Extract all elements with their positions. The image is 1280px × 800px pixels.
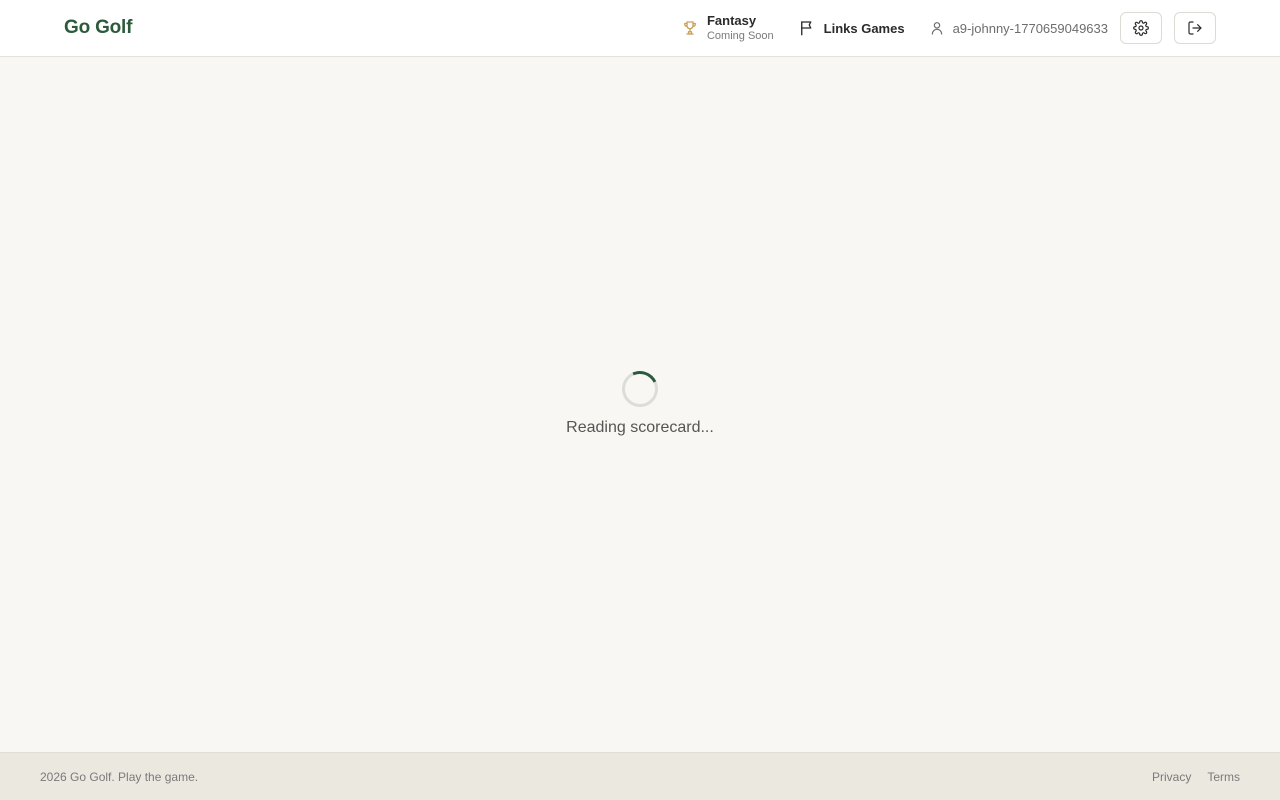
footer-links: Privacy Terms	[1152, 770, 1240, 784]
fantasy-text: Fantasy Coming Soon	[706, 12, 774, 43]
top-nav-bar: Go Golf Fantasy Coming Soon Links Games …	[0, 0, 1280, 57]
fantasy-coming-soon: Coming Soon	[706, 29, 774, 42]
logout-button[interactable]	[1174, 12, 1216, 44]
gear-icon	[1133, 20, 1149, 36]
footer: 2026 Go Golf. Play the game. Privacy Ter…	[0, 752, 1280, 800]
footer-link-terms[interactable]: Terms	[1207, 770, 1240, 784]
main-content: Reading scorecard...	[0, 57, 1280, 752]
footer-link-privacy[interactable]: Privacy	[1152, 770, 1191, 784]
nav-right: Fantasy Coming Soon Links Games a9-johnn…	[681, 0, 1216, 56]
fantasy-title: Fantasy	[706, 12, 757, 28]
loading-spinner	[616, 365, 664, 413]
links-games-label: Links Games	[823, 20, 905, 36]
footer-copyright: 2026 Go Golf. Play the game.	[40, 769, 199, 784]
logo[interactable]: Go Golf	[64, 17, 132, 39]
user-icon	[929, 20, 945, 36]
nav-fantasy[interactable]: Fantasy Coming Soon	[681, 12, 774, 43]
loading-text: Reading scorecard...	[566, 419, 714, 436]
logout-icon	[1187, 20, 1203, 36]
nav-links-games[interactable]: Links Games	[798, 19, 905, 37]
settings-button[interactable]	[1120, 12, 1162, 44]
user-profile-link[interactable]: a9-johnny-1770659049633	[929, 20, 1108, 36]
loading-indicator: Reading scorecard...	[0, 365, 1280, 437]
trophy-icon	[681, 19, 699, 37]
flag-icon	[798, 19, 816, 37]
username: a9-johnny-1770659049633	[952, 20, 1108, 36]
